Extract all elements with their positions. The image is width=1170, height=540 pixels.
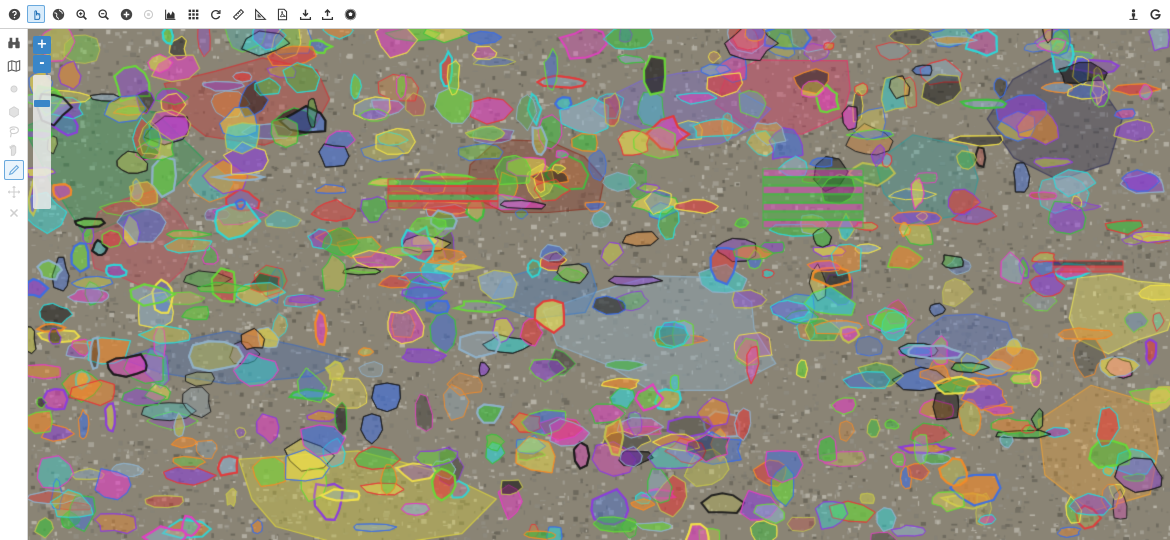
zoom-out-button[interactable]	[95, 5, 113, 23]
map-zoom-in-button[interactable]: +	[33, 36, 51, 54]
binoculars-icon	[7, 36, 21, 50]
draw-point-button	[4, 79, 24, 99]
soccer-ball-button[interactable]	[341, 5, 359, 23]
hexagon-icon	[7, 105, 21, 119]
download-button[interactable]	[296, 5, 314, 23]
globe-button[interactable]	[50, 5, 68, 23]
map-application: + -	[0, 0, 1170, 540]
grid-icon	[187, 8, 200, 21]
measure-distance-button[interactable]	[229, 5, 247, 23]
download-icon	[299, 8, 312, 21]
move-arrows-icon	[7, 185, 21, 199]
map-zoom-out-button[interactable]: -	[33, 55, 51, 73]
circle-icon	[7, 82, 21, 96]
draw-freehand-button	[4, 122, 24, 142]
pdf-file-icon	[276, 8, 289, 21]
street-view-button[interactable]	[1124, 5, 1142, 23]
soccer-ball-icon	[344, 8, 357, 21]
select-button	[4, 140, 24, 160]
measure-area-button[interactable]	[251, 5, 269, 23]
hand-pointer-icon	[30, 8, 43, 21]
full-extent-button[interactable]	[117, 5, 135, 23]
zoom-in-button[interactable]	[72, 5, 90, 23]
move-button	[4, 182, 24, 202]
help-button[interactable]	[5, 5, 23, 23]
grid-button[interactable]	[184, 5, 202, 23]
plus-circle-icon	[120, 8, 133, 21]
google-g-icon	[1149, 8, 1162, 21]
lasso-icon	[7, 125, 21, 139]
person-icon	[1127, 8, 1140, 21]
top-toolbar	[0, 0, 1170, 29]
x-icon	[7, 206, 21, 220]
folded-map-icon	[7, 59, 21, 73]
pdf-export-button[interactable]	[274, 5, 292, 23]
area-chart-button[interactable]	[162, 5, 180, 23]
disabled-circle-button[interactable]	[139, 5, 157, 23]
map-view[interactable]: + -	[28, 29, 1170, 540]
ruler-icon	[232, 8, 245, 21]
left-tool-sidebar	[0, 29, 28, 540]
parcel-map-canvas[interactable]	[28, 29, 1170, 540]
google-button[interactable]	[1146, 5, 1164, 23]
area-chart-icon	[164, 8, 177, 21]
question-circle-icon	[8, 8, 21, 21]
delete-button	[4, 203, 24, 223]
hand-select-icon	[7, 143, 21, 157]
zoom-slider-thumb[interactable]	[34, 100, 50, 107]
draw-polygon-button	[4, 102, 24, 122]
pencil-icon	[7, 163, 21, 177]
magnifier-minus-icon	[97, 8, 110, 21]
upload-icon	[321, 8, 334, 21]
magnifier-plus-icon	[75, 8, 88, 21]
binoculars-button[interactable]	[4, 33, 24, 53]
globe-icon	[52, 8, 65, 21]
refresh-button[interactable]	[207, 5, 225, 23]
triangle-ruler-icon	[254, 7, 267, 21]
edit-pencil-button	[4, 160, 24, 180]
map-layers-button[interactable]	[4, 56, 24, 76]
zoom-slider[interactable]	[33, 75, 51, 209]
upload-button[interactable]	[319, 5, 337, 23]
refresh-icon	[209, 8, 222, 21]
circle-outline-icon	[142, 8, 155, 21]
pan-hand-button[interactable]	[27, 5, 46, 23]
